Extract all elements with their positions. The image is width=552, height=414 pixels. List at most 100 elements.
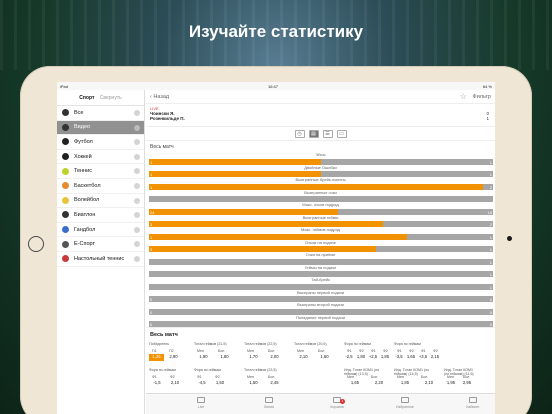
odds-button[interactable]: 2,90 <box>166 354 181 359</box>
sidebar-item-label: Настольный теннис <box>74 255 125 262</box>
sidebar-item-label: Хоккей <box>74 153 92 160</box>
sidebar-item-5[interactable]: Баскетбол <box>57 179 144 194</box>
odds-button[interactable]: 1,85 <box>380 354 390 359</box>
stat-bar-fill <box>149 158 321 165</box>
status-device: iPad <box>60 84 69 89</box>
stat-value-1: 0 <box>150 309 153 315</box>
odds-button[interactable]: 2,20 <box>368 380 390 385</box>
sidebar-item-7[interactable]: Биатлон <box>57 208 144 223</box>
markets-title: Весь матч <box>146 327 495 342</box>
list-tab-icon[interactable]: ☰ <box>322 129 333 138</box>
esport-icon <box>62 240 69 248</box>
sidebar-item-label: Е-Спорт <box>74 241 95 248</box>
odds-button[interactable]: 1,95 <box>444 380 458 385</box>
odds-button[interactable]: 1,65 <box>344 380 366 385</box>
stat-value-1: 1 <box>150 172 153 177</box>
sidebar-item-label: Все <box>74 109 84 116</box>
tab-label: Корзина <box>330 405 344 409</box>
odds-button[interactable]: 1,60 <box>315 354 334 359</box>
stat-row: Эйсы 1 1 <box>146 152 495 165</box>
odds-button[interactable]: 1,80 <box>356 354 366 359</box>
odds-button[interactable]: 1,35 <box>149 354 164 361</box>
sidebar-item-toggle[interactable] <box>134 197 140 204</box>
sidebar-item-2[interactable]: Футбол <box>57 135 144 150</box>
odds-button[interactable]: -2,5 <box>344 354 354 359</box>
market-title: Фора по геймам <box>194 368 221 372</box>
sidebar-item-toggle[interactable] <box>134 168 140 175</box>
tab-account[interactable]: Кабинет <box>458 397 488 409</box>
odds-button[interactable]: 1,50 <box>244 380 263 385</box>
tab-line[interactable]: Линия <box>254 397 284 409</box>
app-screen: iPad 16:47 64 % Спорт Свернуть Все Видео Ф… <box>57 82 495 414</box>
tab-favorites[interactable]: Избранное <box>390 397 420 409</box>
odds-button[interactable]: 1,70 <box>244 354 263 359</box>
odds-button[interactable]: -4,5 <box>194 380 210 385</box>
odds-button[interactable]: +2,5 <box>368 354 378 359</box>
sidebar-item-toggle[interactable] <box>134 139 140 146</box>
stat-value-1: 1 <box>150 184 153 190</box>
status-bar: iPad 16:47 64 % <box>57 82 495 90</box>
favorite-star-icon[interactable]: ☆ <box>460 92 467 101</box>
sidebar-item-3[interactable]: Хоккей <box>57 150 144 165</box>
sidebar-item-toggle[interactable] <box>134 110 140 116</box>
timer-tab-icon[interactable]: ◷ <box>294 129 305 138</box>
odds-button[interactable]: 1,90 <box>194 354 213 359</box>
odds-button[interactable]: 1,85 <box>394 380 416 385</box>
market-column-label: Ф1 <box>347 349 352 353</box>
market-column-label: Мен <box>397 375 405 379</box>
sidebar-item-1[interactable]: Видео <box>57 120 144 136</box>
sidebar-item-toggle[interactable] <box>134 124 140 131</box>
stat-row: Выигранные брейк-поинты 1 2 <box>146 177 495 190</box>
period-selector[interactable]: Весь матч <box>146 141 495 152</box>
stat-bar: 31 <box>149 246 493 252</box>
odds-button[interactable]: 1,50 <box>212 380 228 385</box>
sidebar-item-label: Теннис <box>74 168 93 175</box>
odds-button[interactable]: 2,45 <box>265 380 284 385</box>
odds-button[interactable]: 1,65 <box>406 354 416 359</box>
sidebar-item-toggle[interactable] <box>134 241 140 248</box>
sidebar-item-toggle[interactable] <box>134 153 140 160</box>
sidebar-item-0[interactable]: Все <box>57 106 144 121</box>
market-column-label: Бол <box>268 375 275 379</box>
volleyball-icon <box>62 196 69 204</box>
odds-button[interactable]: -1,5 <box>149 380 165 385</box>
filter-button[interactable]: Фильтр <box>473 94 491 100</box>
sidebar-item-toggle[interactable] <box>134 212 140 219</box>
stat-bar-fill <box>149 183 483 190</box>
sidebar-item-4[interactable]: Теннис <box>57 164 144 179</box>
home-button[interactable] <box>28 236 44 252</box>
odds-button[interactable]: 2,95 <box>460 380 474 385</box>
tab-label: Избранное <box>396 405 414 409</box>
sidebar-item-toggle[interactable] <box>134 226 140 233</box>
sidebar-item-toggle[interactable] <box>134 182 140 189</box>
market-column-label: Ф2 <box>433 349 438 353</box>
odds-button[interactable]: 2,00 <box>265 354 284 359</box>
odds-button[interactable]: -3,5 <box>394 354 404 359</box>
odds-button[interactable]: +3,5 <box>418 354 428 359</box>
basketball-icon <box>62 182 69 190</box>
odds-button[interactable]: 2,10 <box>418 380 440 385</box>
collapse-link[interactable]: Свернуть <box>100 95 122 101</box>
tab-live[interactable]: Live <box>186 397 216 409</box>
market-column-label: Бол <box>371 375 378 379</box>
odds-button[interactable]: 2,15 <box>430 354 440 359</box>
odds-button[interactable]: 2,10 <box>167 380 183 385</box>
market-column-label: Мен <box>247 349 255 353</box>
tab-basket[interactable]: Корзина 1 <box>322 397 352 409</box>
stat-row: Выиграны первой подачи 0 0 <box>146 290 495 302</box>
sidebar-item-10[interactable]: Настольный теннис <box>57 252 144 267</box>
stat-bar: 00 <box>149 308 493 315</box>
odds-button[interactable]: 1,80 <box>215 354 234 359</box>
sidebar-item-8[interactable]: Гандбол <box>57 223 144 238</box>
stat-value-2: 1 <box>489 159 492 165</box>
stat-bar-fill <box>149 208 339 215</box>
market-column-label: П2 <box>169 349 174 353</box>
sidebar-item-6[interactable]: Волейбол <box>57 194 144 209</box>
tv-tab-icon[interactable]: ▭ <box>336 129 347 138</box>
odds-button[interactable]: 2,10 <box>294 354 313 359</box>
sidebar-item-toggle[interactable] <box>134 255 140 262</box>
stat-bar: 00 <box>149 296 493 302</box>
back-button[interactable]: ‹ Назад <box>150 94 169 100</box>
sidebar-item-9[interactable]: Е-Спорт <box>57 237 144 252</box>
stats-tab-icon[interactable]: ▤ <box>308 129 319 138</box>
